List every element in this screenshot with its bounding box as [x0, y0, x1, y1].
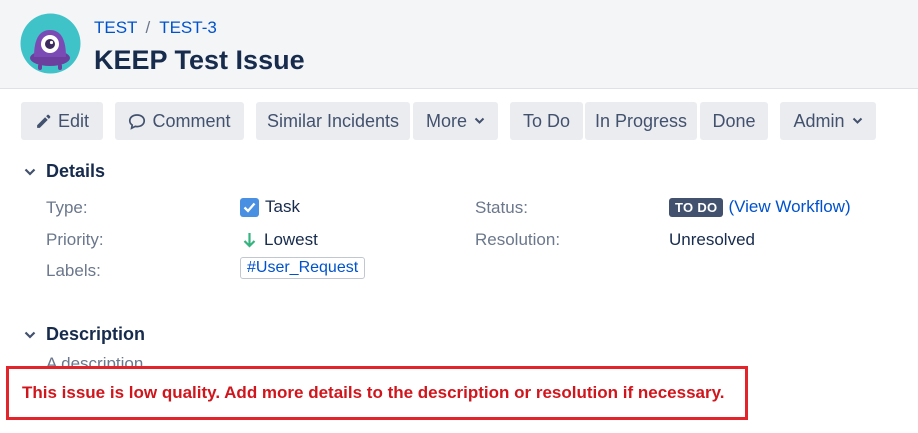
description-section-header[interactable]: Description [22, 324, 145, 345]
admin-button-label: Admin [793, 110, 845, 131]
description-heading: Description [46, 324, 146, 344]
status-badge: TO DO [669, 197, 724, 217]
labels-label: Labels: [46, 261, 101, 280]
details-heading: Details [46, 161, 106, 181]
type-value-text: Task [265, 197, 300, 216]
todo-transition-button[interactable]: To Do [510, 102, 583, 140]
type-label: Type: [46, 198, 88, 217]
similar-incidents-button[interactable]: Similar Incidents [256, 102, 410, 140]
arrow-down-icon [243, 233, 256, 248]
chevron-down-icon [474, 117, 485, 124]
status-label: Status: [475, 198, 528, 217]
more-button[interactable]: More [413, 102, 498, 140]
comment-button-label: Comment [152, 110, 231, 131]
breadcrumb: TEST / TEST-3 [94, 18, 217, 38]
edit-button[interactable]: Edit [21, 102, 103, 140]
priority-label: Priority: [46, 230, 104, 249]
breadcrumb-project-link[interactable]: TEST [94, 18, 137, 38]
breadcrumb-issue-link[interactable]: TEST-3 [159, 18, 217, 38]
label-chip-user-request[interactable]: #User_Request [240, 257, 366, 279]
done-transition-button[interactable]: Done [700, 102, 768, 140]
issue-header: TEST / TEST-3 KEEP Test Issue [0, 0, 918, 89]
admin-button[interactable]: Admin [780, 102, 876, 140]
type-value: Task [240, 197, 300, 217]
pencil-icon [37, 114, 51, 128]
view-workflow-link[interactable]: (View Workflow) [728, 197, 850, 217]
page-title: KEEP Test Issue [94, 45, 305, 75]
priority-value: Lowest [243, 230, 318, 250]
resolution-label: Resolution: [475, 230, 561, 249]
chevron-down-icon [22, 327, 38, 343]
warning-text: This issue is low quality. Add more deta… [22, 383, 725, 402]
details-section-header[interactable]: Details [22, 161, 105, 182]
chevron-down-icon [22, 164, 38, 180]
low-quality-warning: This issue is low quality. Add more deta… [6, 366, 748, 420]
more-button-label: More [425, 110, 467, 131]
task-checkbox-icon [240, 197, 259, 217]
breadcrumb-separator: / [145, 18, 151, 37]
resolution-value: Unresolved [669, 230, 755, 249]
chevron-down-icon [852, 117, 862, 124]
in-progress-transition-button[interactable]: In Progress [585, 102, 697, 140]
status-value: TO DO (View Workflow) [669, 197, 851, 217]
comment-icon [129, 113, 146, 130]
project-avatar-icon[interactable] [20, 13, 81, 74]
comment-button[interactable]: Comment [115, 102, 244, 140]
edit-button-label: Edit [57, 110, 90, 131]
priority-value-text: Lowest [264, 230, 318, 249]
